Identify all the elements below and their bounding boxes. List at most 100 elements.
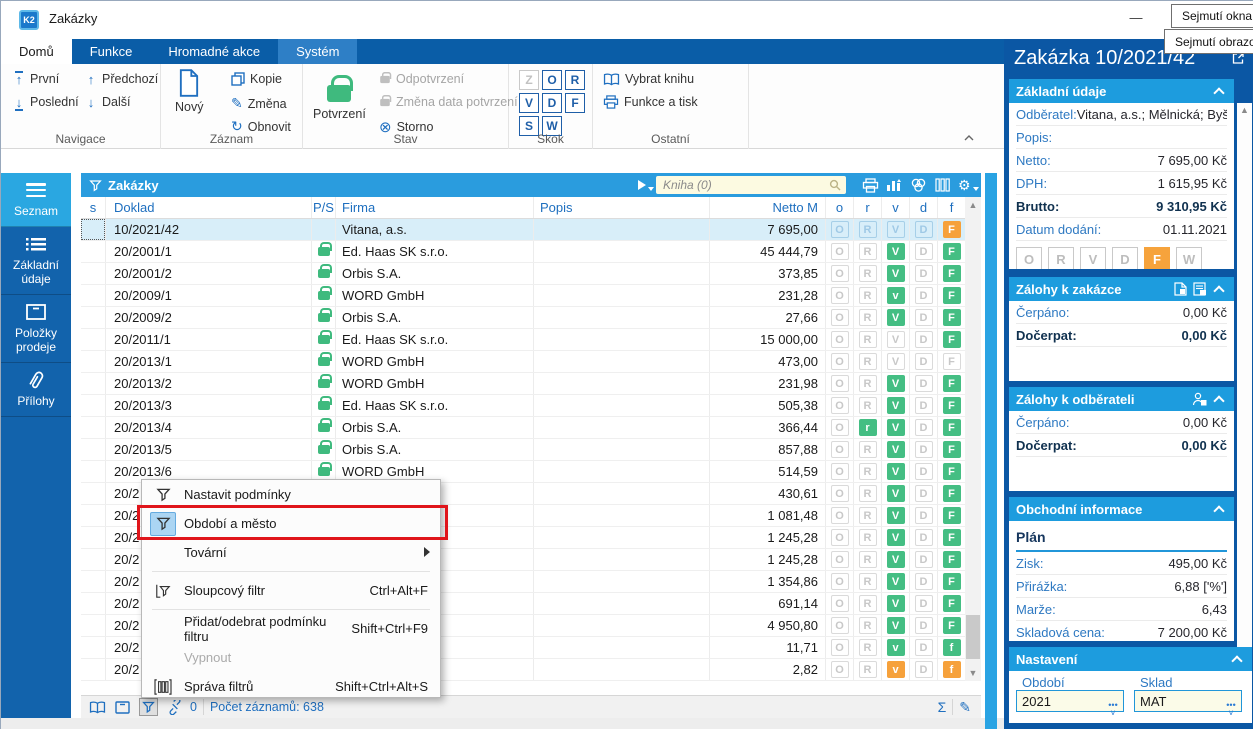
scroll-down-icon[interactable]: ▼	[965, 665, 981, 681]
row-select-cell[interactable]	[81, 505, 105, 526]
status-badge-v[interactable]: V	[886, 507, 905, 524]
status-badge-o[interactable]: O	[830, 463, 849, 480]
scroll-up-icon[interactable]: ▲	[965, 197, 981, 213]
menu-item-vypnout[interactable]: Vypnout	[142, 643, 440, 672]
status-badge-r[interactable]: R	[858, 353, 877, 370]
status-badge-o[interactable]: O	[830, 265, 849, 282]
status-badge-r[interactable]: R	[858, 243, 877, 260]
book-view-icon[interactable]	[89, 701, 106, 714]
jump-v-button[interactable]: V	[519, 93, 539, 113]
panel-scroll-up-icon[interactable]: ▲	[1237, 105, 1252, 115]
status-badge-v[interactable]: V	[886, 463, 905, 480]
status-badge-v[interactable]: V	[886, 573, 905, 590]
status-badge-r[interactable]: R	[858, 309, 877, 326]
status-badge-o[interactable]: O	[830, 485, 849, 502]
jump-r-button[interactable]: R	[565, 70, 585, 90]
status-badge-v[interactable]: v	[886, 639, 905, 656]
status-badge-o[interactable]: O	[830, 639, 849, 656]
status-badge-v[interactable]: V	[886, 441, 905, 458]
row-select-cell[interactable]	[81, 527, 105, 548]
status-badge-d[interactable]: D	[914, 485, 933, 502]
status-badge-o[interactable]: O	[830, 287, 849, 304]
status-badge-d[interactable]: D	[914, 529, 933, 546]
row-select-cell[interactable]	[81, 219, 105, 240]
status-badge-v[interactable]: V	[886, 485, 905, 502]
table-row[interactable]: 20/2009/2 Orbis S.A. 27,66 O R V D F	[81, 307, 965, 329]
status-f-button[interactable]: F	[1144, 247, 1170, 269]
status-badge-o[interactable]: O	[830, 573, 849, 590]
row-select-cell[interactable]	[81, 549, 105, 570]
status-badge-f[interactable]: F	[942, 573, 961, 590]
status-r-button[interactable]: R	[1048, 247, 1074, 269]
status-badge-d[interactable]: D	[914, 617, 933, 634]
status-badge-f[interactable]: f	[942, 661, 961, 678]
status-badge-v[interactable]: V	[886, 353, 905, 370]
status-badge-d[interactable]: D	[914, 221, 933, 238]
col-header-d[interactable]: d	[909, 197, 937, 218]
col-header-netto[interactable]: Netto M	[709, 197, 825, 218]
col-header-f[interactable]: f	[937, 197, 965, 218]
status-badge-f[interactable]: f	[942, 639, 961, 656]
col-header-r[interactable]: r	[853, 197, 881, 218]
status-badge-f[interactable]: F	[942, 331, 961, 348]
broken-link-icon[interactable]	[167, 699, 183, 715]
table-row[interactable]: 20/2009/1 WORD GmbH 231,28 O R v D F	[81, 285, 965, 307]
status-badge-o[interactable]: O	[830, 595, 849, 612]
scrollbar-thumb[interactable]	[966, 615, 980, 659]
row-select-cell[interactable]	[81, 307, 105, 328]
status-badge-o[interactable]: O	[830, 397, 849, 414]
menu-item-obdobi-a-mesto[interactable]: Období a město	[142, 509, 440, 538]
jump-o-button[interactable]: O	[542, 70, 562, 90]
status-badge-d[interactable]: D	[914, 353, 933, 370]
status-badge-d[interactable]: D	[914, 595, 933, 612]
chart-icon[interactable]	[886, 178, 902, 192]
capture-window-item[interactable]: Sejmutí okna	[1171, 4, 1253, 28]
menu-item-sprava-filtru[interactable]: Správa filtrů Shift+Ctrl+Alt+S	[142, 672, 440, 701]
status-badge-f[interactable]: F	[942, 243, 961, 260]
status-badge-f[interactable]: F	[942, 529, 961, 546]
status-badge-o[interactable]: O	[830, 551, 849, 568]
previous-button[interactable]: ↑ Předchozí	[85, 72, 159, 86]
status-badge-d[interactable]: D	[914, 463, 933, 480]
edit-button[interactable]: ✎ Změna	[231, 95, 287, 112]
status-badge-v[interactable]: V	[886, 551, 905, 568]
status-badge-o[interactable]: O	[830, 507, 849, 524]
table-row[interactable]: 10/2021/42 Vitana, a.s. 7 695,00 O R V D…	[81, 219, 965, 241]
status-badge-v[interactable]: V	[886, 375, 905, 392]
status-badge-o[interactable]: O	[830, 331, 849, 348]
status-badge-r[interactable]: R	[858, 595, 877, 612]
status-d-button[interactable]: D	[1112, 247, 1138, 269]
status-badge-f[interactable]: F	[942, 419, 961, 436]
row-select-cell[interactable]	[81, 351, 105, 372]
status-badge-r[interactable]: R	[858, 507, 877, 524]
status-badge-r[interactable]: R	[858, 529, 877, 546]
status-badge-f[interactable]: F	[942, 507, 961, 524]
status-badge-f[interactable]: F	[942, 309, 961, 326]
status-badge-v[interactable]: V	[886, 309, 905, 326]
table-row[interactable]: 20/2001/1 Ed. Haas SK s.r.o. 45 444,79 O…	[81, 241, 965, 263]
status-v-button[interactable]: V	[1080, 247, 1106, 269]
table-row[interactable]: 20/2013/2 WORD GmbH 231,98 O R V D F	[81, 373, 965, 395]
unconfirm-button[interactable]: Odpotvrzení	[379, 71, 464, 86]
status-badge-o[interactable]: O	[830, 441, 849, 458]
table-row[interactable]: 20/2013/5 Orbis S.A. 857,88 O R V D F	[81, 439, 965, 461]
sidebar-item-zakladni-udaje[interactable]: Základní údaje	[1, 227, 71, 295]
collapse-chevron-icon[interactable]	[1213, 504, 1225, 517]
status-badge-v[interactable]: V	[886, 331, 905, 348]
section-header[interactable]: Zálohy k odběrateli	[1009, 387, 1234, 411]
sidebar-item-prilohy[interactable]: Přílohy	[1, 363, 71, 417]
jump-f-button[interactable]: F	[565, 93, 585, 113]
change-confirm-date-button[interactable]: Změna data potvrzení	[379, 94, 518, 109]
col-header-s[interactable]: s	[81, 197, 105, 218]
status-badge-d[interactable]: D	[914, 287, 933, 304]
copy-button[interactable]: Kopie	[231, 72, 282, 86]
dropdown-icon[interactable]: ••• ˅	[1106, 701, 1120, 718]
first-button[interactable]: ↑ První	[13, 70, 59, 86]
last-button[interactable]: ↓ Poslední	[13, 95, 79, 111]
col-header-firma[interactable]: Firma	[335, 197, 533, 218]
collapse-chevron-icon[interactable]	[1213, 86, 1225, 99]
col-header-doklad[interactable]: Doklad	[105, 197, 311, 218]
status-badge-d[interactable]: D	[914, 309, 933, 326]
status-badge-d[interactable]: D	[914, 397, 933, 414]
status-badge-r[interactable]: R	[858, 221, 877, 238]
